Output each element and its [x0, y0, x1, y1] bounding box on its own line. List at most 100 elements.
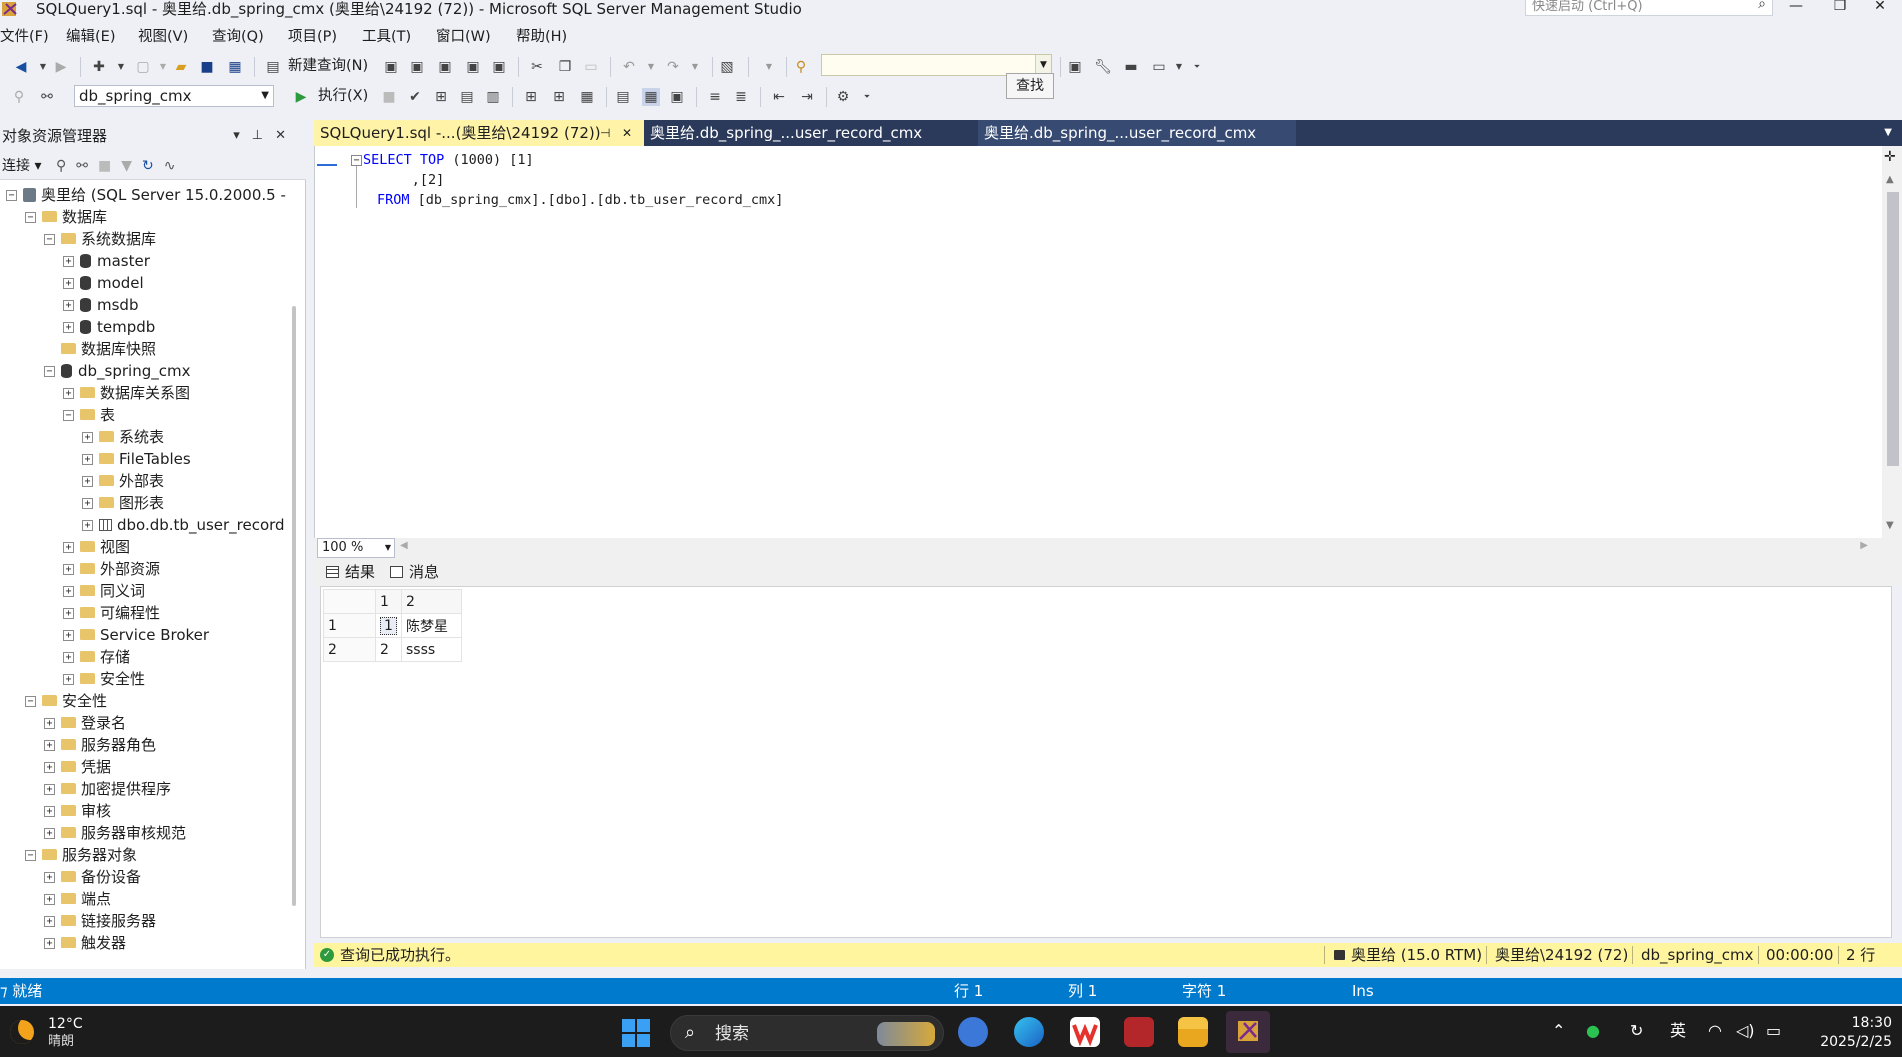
- tab-results[interactable]: 结果: [326, 562, 375, 582]
- expand-icon[interactable]: +: [44, 828, 55, 839]
- tree-node[interactable]: + master: [63, 250, 150, 272]
- expand-icon[interactable]: +: [82, 498, 93, 509]
- save-icon[interactable]: ■: [198, 58, 216, 76]
- chevron-down-icon[interactable]: ▼: [1035, 55, 1051, 75]
- tree-node[interactable]: 数据库快照: [44, 338, 156, 360]
- query-designer-icon[interactable]: ▤: [458, 88, 476, 106]
- expand-icon[interactable]: +: [63, 674, 74, 685]
- specify-values-icon[interactable]: ⚙: [834, 88, 852, 106]
- collapse-icon[interactable]: −: [63, 410, 74, 421]
- change-connection-icon[interactable]: ⚯: [38, 88, 56, 106]
- redo-dropdown-icon[interactable]: ▼: [686, 58, 704, 76]
- tree-node[interactable]: + 服务器审核规范: [44, 822, 186, 844]
- grid-cell[interactable]: 陈梦星: [401, 613, 462, 638]
- expand-icon[interactable]: +: [63, 586, 74, 597]
- tab-sqlquery1[interactable]: SQLQuery1.sql -...(奥里给\24192 (72)) ⊣ ✕: [314, 120, 644, 146]
- menu-query[interactable]: 查询(Q): [212, 26, 264, 48]
- expand-icon[interactable]: +: [44, 784, 55, 795]
- collapse-icon[interactable]: −: [25, 212, 36, 223]
- undo-icon[interactable]: ↶: [620, 58, 638, 76]
- scrollbar-thumb[interactable]: [1887, 192, 1899, 466]
- toolbox-icon[interactable]: ▬: [1122, 58, 1140, 76]
- weather-condition[interactable]: 晴朗: [48, 1034, 74, 1050]
- taskbar-search[interactable]: ⌕ 搜索: [670, 1015, 944, 1051]
- undo-dropdown-icon[interactable]: ▼: [642, 58, 660, 76]
- plug-icon[interactable]: ⚲: [56, 158, 76, 174]
- tab-overflow-icon[interactable]: ▼: [1884, 120, 1892, 146]
- row-number[interactable]: 2: [323, 637, 376, 662]
- collapse-icon[interactable]: −: [44, 234, 55, 245]
- estimated-plan-icon[interactable]: ⊞: [432, 88, 450, 106]
- tree-node[interactable]: + 链接服务器: [44, 910, 156, 932]
- dmx-query-icon[interactable]: ▣: [436, 58, 454, 76]
- expand-icon[interactable]: +: [44, 916, 55, 927]
- tree-node[interactable]: + dbo.db.tb_user_record: [82, 514, 285, 536]
- toolbar-overflow-icon[interactable]: ⏷: [1188, 58, 1206, 76]
- start-button[interactable]: [622, 1019, 650, 1047]
- pin-icon[interactable]: ⊣: [600, 120, 610, 146]
- tree-node[interactable]: + 触发器: [44, 932, 126, 954]
- app-icon-settings[interactable]: [958, 1017, 988, 1047]
- expand-icon[interactable]: +: [63, 388, 74, 399]
- actual-plan-icon[interactable]: ⊞: [522, 88, 540, 106]
- volume-icon[interactable]: ◁): [1736, 1021, 1755, 1041]
- toolbar-overflow-icon[interactable]: ⏷: [858, 88, 876, 106]
- tree-node[interactable]: − 数据库: [25, 206, 107, 228]
- tree-node[interactable]: + model: [63, 272, 144, 294]
- add-item-icon[interactable]: ▢: [134, 58, 152, 76]
- window-dropdown-icon[interactable]: ▼: [1170, 58, 1188, 76]
- sync-icon[interactable]: ↻: [1630, 1021, 1643, 1041]
- minimize-button[interactable]: —: [1773, 0, 1819, 16]
- solution-config-dropdown-icon[interactable]: ▼: [760, 58, 778, 76]
- redo-icon[interactable]: ↷: [664, 58, 682, 76]
- decrease-indent-icon[interactable]: ⇤: [770, 88, 788, 106]
- grid-corner[interactable]: [323, 589, 376, 614]
- editor-vertical-scrollbar[interactable]: ✛ ▲ ▼: [1882, 146, 1902, 538]
- tree-node[interactable]: − 表: [63, 404, 115, 426]
- paste-icon[interactable]: ▭: [582, 58, 600, 76]
- wechat-icon[interactable]: ●: [1586, 1021, 1600, 1041]
- tree-node[interactable]: + 视图: [63, 536, 130, 558]
- expand-icon[interactable]: +: [44, 894, 55, 905]
- find-in-files-icon[interactable]: ⚲: [792, 58, 810, 76]
- tree-node[interactable]: + 备份设备: [44, 866, 141, 888]
- client-stats-icon[interactable]: ▦: [578, 88, 596, 106]
- tree-node[interactable]: − 奥里给 (SQL Server 15.0.2000.5 - 奥: [6, 184, 290, 206]
- results-to-file-icon[interactable]: ▥: [484, 88, 502, 106]
- results-to-grid-icon[interactable]: ▦: [642, 88, 660, 106]
- collapse-icon[interactable]: −: [6, 190, 17, 201]
- save-all-icon[interactable]: ▦: [226, 58, 244, 76]
- expand-icon[interactable]: +: [44, 872, 55, 883]
- dropdown-icon[interactable]: ▾: [233, 128, 252, 143]
- filter-icon[interactable]: ▼: [121, 158, 142, 174]
- tree-node[interactable]: + 端点: [44, 888, 111, 910]
- battery-icon[interactable]: ▭: [1766, 1021, 1781, 1041]
- tab-user-record-2[interactable]: 奥里给.db_spring_...user_record_cmx: [978, 120, 1296, 146]
- grid-cell-selected[interactable]: 1: [375, 613, 402, 638]
- collapse-icon[interactable]: −: [351, 155, 362, 166]
- moon-weather-icon[interactable]: [10, 1020, 34, 1044]
- new-project-icon[interactable]: ✚: [90, 58, 108, 76]
- menu-help[interactable]: 帮助(H): [516, 26, 567, 48]
- tree-node[interactable]: − 安全性: [25, 690, 107, 712]
- mdx-query-icon[interactable]: ▣: [408, 58, 426, 76]
- tree-vertical-scrollbar[interactable]: [292, 306, 296, 906]
- expand-icon[interactable]: +: [44, 762, 55, 773]
- expand-icon[interactable]: +: [44, 740, 55, 751]
- tree-node[interactable]: + 凭据: [44, 756, 111, 778]
- close-icon[interactable]: ✕: [622, 120, 632, 146]
- app-icon-red[interactable]: [1124, 1017, 1154, 1047]
- tree-node[interactable]: − db_spring_cmx: [44, 360, 190, 382]
- tree-node[interactable]: − 系统数据库: [44, 228, 156, 250]
- tree-node[interactable]: + 同义词: [63, 580, 145, 602]
- column-header[interactable]: 2: [401, 589, 462, 614]
- back-icon[interactable]: ◀: [12, 58, 30, 76]
- menu-tools[interactable]: 工具(T): [362, 26, 411, 48]
- tree-node[interactable]: + 登录名: [44, 712, 126, 734]
- tree-node[interactable]: + 可编程性: [63, 602, 160, 624]
- forward-icon[interactable]: ▶: [52, 58, 70, 76]
- results-to-text-icon[interactable]: ▤: [614, 88, 632, 106]
- disconnect-icon[interactable]: ⚯: [76, 158, 98, 174]
- split-icon[interactable]: ✛: [1884, 149, 1896, 165]
- cut-icon[interactable]: ✂: [528, 58, 546, 76]
